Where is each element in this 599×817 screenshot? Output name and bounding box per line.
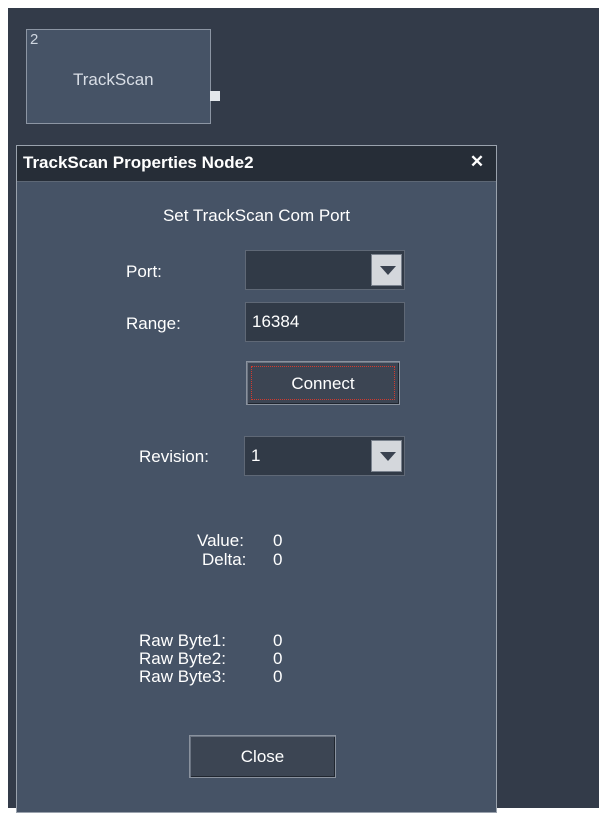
close-button[interactable]: Close (189, 735, 336, 778)
raw-byte2-value: 0 (273, 649, 283, 668)
node-canvas[interactable]: 2 TrackScan TrackScan Properties Node2 ✕… (8, 8, 599, 813)
range-input[interactable]: 16384 (245, 302, 405, 342)
node-id: 2 (30, 31, 39, 48)
range-input-value: 16384 (252, 312, 300, 331)
chevron-down-icon[interactable] (371, 254, 402, 286)
raw-byte1-label: Raw Byte1: (139, 631, 226, 650)
range-label: Range: (126, 314, 181, 333)
delta-label: Delta: (202, 550, 247, 569)
value-readout: 0 (273, 531, 283, 550)
raw-byte3-value: 0 (273, 667, 283, 686)
dialog-titlebar[interactable]: TrackScan Properties Node2 ✕ (17, 146, 496, 182)
output-port-handle[interactable] (210, 91, 220, 101)
raw-byte3-label: Raw Byte3: (139, 667, 226, 686)
revision-label: Revision: (139, 447, 209, 466)
connect-button-label: Connect (251, 366, 395, 400)
revision-select[interactable]: 1 (244, 436, 405, 476)
node-title: TrackScan (73, 70, 154, 89)
close-x-icon[interactable]: ✕ (468, 153, 486, 171)
connect-button[interactable]: Connect (246, 361, 400, 405)
trackscan-node[interactable]: 2 TrackScan (26, 29, 220, 124)
dialog-heading: Set TrackScan Com Port (162, 206, 351, 225)
port-label: Port: (126, 262, 162, 281)
properties-dialog: TrackScan Properties Node2 ✕ Set TrackSc… (16, 145, 497, 813)
value-label: Value: (197, 531, 244, 550)
revision-select-value: 1 (251, 446, 261, 465)
chevron-down-icon[interactable] (371, 440, 402, 472)
port-select[interactable] (245, 250, 405, 290)
raw-byte2-label: Raw Byte2: (139, 649, 226, 668)
dialog-title: TrackScan Properties Node2 (23, 153, 254, 172)
raw-byte1-value: 0 (273, 631, 283, 650)
delta-readout: 0 (273, 550, 283, 569)
